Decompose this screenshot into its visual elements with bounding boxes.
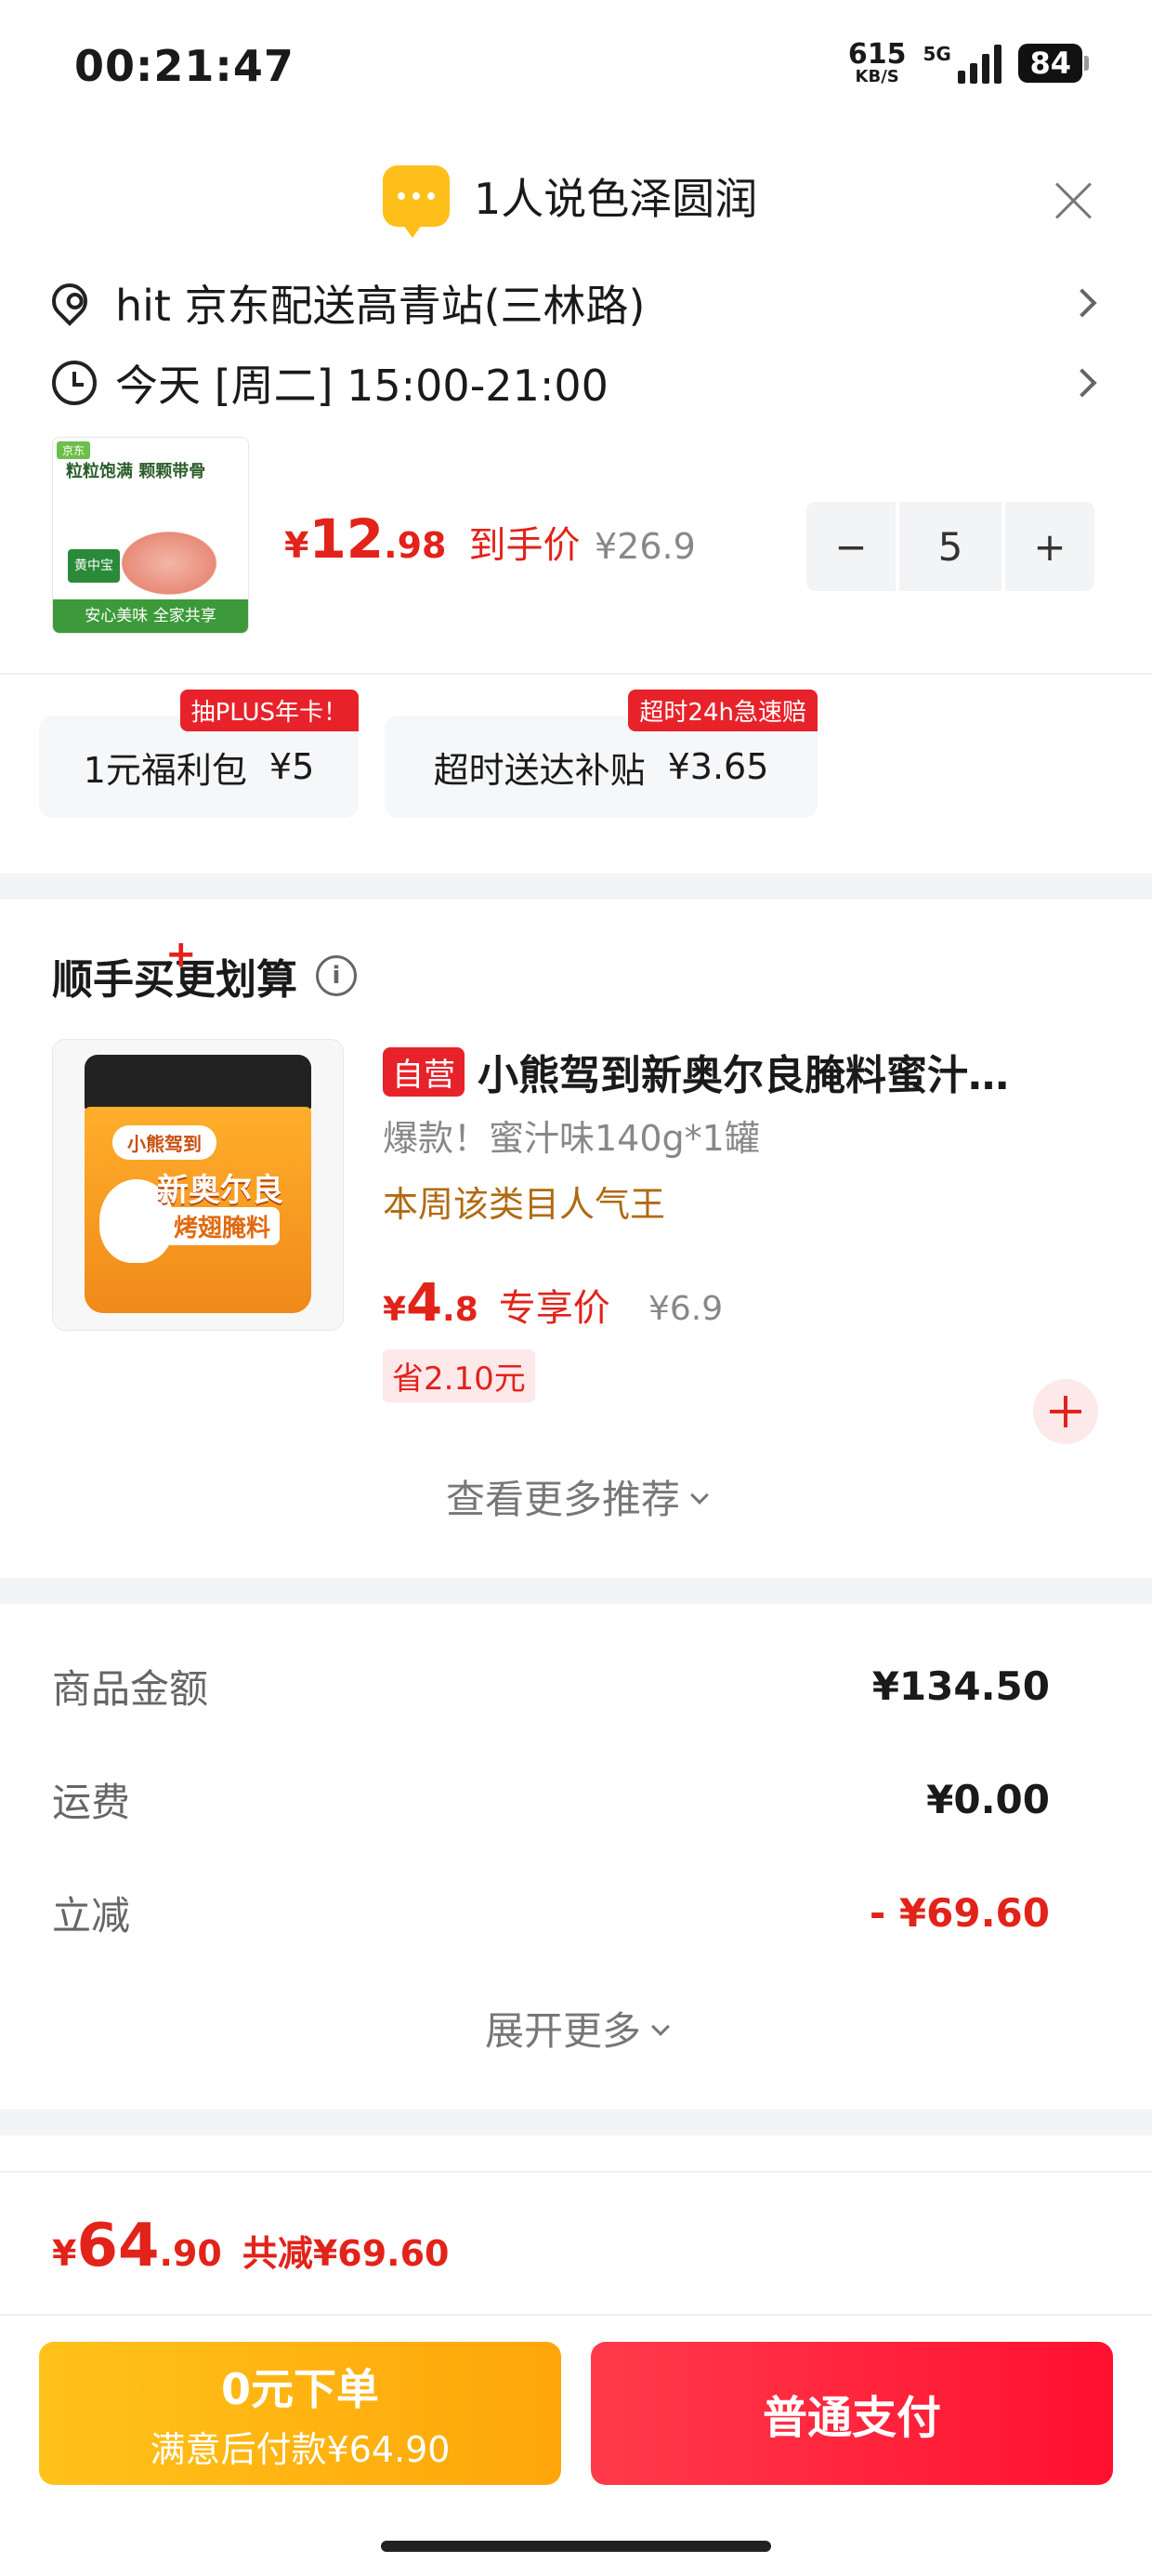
chevron-right-icon (1067, 368, 1097, 398)
price-currency: ¥ (284, 525, 309, 566)
add-to-cart-button[interactable] (1033, 1379, 1098, 1444)
product-row: 京东 粒粒饱满 颗颗带骨 黄中宝 安心美味 全家共享 ¥ 12 .98 到手价 … (0, 437, 1152, 641)
chevron-down-icon (651, 2017, 670, 2036)
chevron-right-icon (1067, 288, 1097, 318)
network-speed: 615 KB/S (848, 41, 907, 85)
jar-name: 新奥尔良 (157, 1172, 283, 1209)
summary-row-shipping: 运费 ¥0.00 (52, 1762, 1050, 1836)
network-speed-unit: KB/S (855, 67, 899, 86)
price-currency: ¥ (383, 1291, 407, 1329)
recommend-item-price: ¥ 4 .8 专享价 (383, 1273, 610, 1334)
jar-lid (85, 1055, 311, 1111)
view-more-recommendations[interactable]: 查看更多推荐 (0, 1468, 1152, 1525)
recommend-item-info: 自营 小熊驾到新奥尔良腌料蜜汁… 爆款！蜜汁味140g*1罐 本周该类目人气王 … (383, 1039, 1107, 1402)
status-time: 00:21:47 (74, 41, 295, 91)
review-banner: 1人说色泽圆润 (0, 165, 1152, 240)
chat-bubble-icon (383, 165, 450, 238)
product-thumbnail[interactable]: 京东 粒粒饱满 颗颗带骨 黄中宝 安心美味 全家共享 (52, 437, 249, 634)
plus-mark-icon: + (165, 933, 197, 976)
price-label: 到手价 (468, 524, 581, 567)
divider (0, 2171, 1152, 2173)
status-icons: 615 KB/S 5G 84 (848, 41, 1089, 85)
summary-label: 立减 (52, 1892, 131, 1939)
divider (0, 673, 1152, 675)
info-icon[interactable]: i (316, 955, 357, 996)
recommend-section-header: 顺手买更划算 + i (52, 933, 357, 1005)
price-integer: 4 (406, 1273, 443, 1334)
divider (0, 2314, 1152, 2316)
address-text: hit 京东配送高青站(三林路) (115, 281, 646, 331)
signal-icon: 5G (923, 43, 1002, 84)
coupon-welfare-pack[interactable]: 1元福利包 ¥5 抽PLUS年卡！ (39, 690, 359, 818)
order-total: ¥ 64 .90 共减¥69.60 (52, 2212, 449, 2280)
summary-label: 商品金额 (52, 1665, 209, 1712)
total-integer: 64 (76, 2212, 160, 2280)
price-decimal: .8 (442, 1291, 478, 1329)
home-indicator[interactable] (381, 2541, 771, 2552)
expand-more-label: 展开更多 (484, 2008, 641, 2054)
section-gap (0, 2109, 1152, 2136)
coupon-label: 1元福利包 (83, 749, 247, 791)
delivery-time-text: 今天 [周二] 15:00-21:00 (115, 361, 609, 411)
summary-label: 运费 (52, 1779, 131, 1825)
jar-brand: 小熊驾到 (112, 1125, 216, 1160)
battery-icon: 84 (1018, 44, 1089, 83)
price-integer: 12 (308, 507, 385, 571)
total-decimal: .90 (159, 2233, 222, 2274)
original-price: ¥26.9 (595, 526, 696, 567)
recommend-item-rank: 本周该类目人气王 (383, 1184, 666, 1225)
section-gap (0, 1578, 1152, 1604)
price-label: 专享价 (498, 1287, 610, 1330)
summary-row-discount: 立减 - ¥69.60 (52, 1875, 1050, 1950)
delivery-time-row[interactable]: 今天 [周二] 15:00-21:00 (0, 346, 1152, 420)
zero-yuan-order-button[interactable]: 0元下单 满意后付款¥64.90 (39, 2342, 561, 2485)
pay-after-satisfied-label: 满意后付款¥64.90 (150, 2428, 451, 2470)
recommend-item-subtitle: 爆款！蜜汁味140g*1罐 (383, 1118, 760, 1159)
clock-icon (52, 361, 97, 405)
thumb-food-image (109, 521, 229, 605)
coupon-tag: 超时24h急速赔 (628, 690, 818, 731)
expand-more[interactable]: 展开更多 (0, 2000, 1152, 2057)
recommend-item-savings: 省2.10元 (383, 1349, 535, 1402)
total-currency: ¥ (52, 2233, 77, 2274)
section-gap (0, 874, 1152, 900)
zero-yuan-order-label: 0元下单 (220, 2363, 379, 2414)
quantity-stepper: − 5 + (806, 502, 1094, 591)
price-decimal: .98 (384, 525, 447, 566)
coupon-delay-subsidy[interactable]: 超时送达补贴 ¥3.65 超时24h急速赔 (385, 690, 818, 818)
summary-row-goods-amount: 商品金额 ¥134.50 (52, 1649, 1050, 1723)
decrease-button[interactable]: − (806, 502, 896, 591)
summary-value: - ¥69.60 (869, 1889, 1050, 1936)
recommend-item-name: 小熊驾到新奥尔良腌料蜜汁… (478, 1052, 1009, 1099)
status-bar: 00:21:47 615 KB/S 5G 84 (0, 0, 1152, 139)
review-banner-text: 1人说色泽圆润 (474, 174, 758, 224)
summary-value: ¥0.00 (926, 1776, 1050, 1822)
chevron-down-icon (690, 1486, 709, 1505)
coupon-value: ¥3.65 (667, 746, 769, 787)
summary-value: ¥134.50 (871, 1663, 1050, 1709)
thumb-brand: 黄中宝 (68, 549, 120, 583)
address-row[interactable]: hit 京东配送高青站(三林路) (0, 266, 1152, 340)
coupon-value: ¥5 (268, 746, 315, 787)
final-price: ¥ 12 .98 到手价 (284, 507, 581, 571)
recommend-item-image[interactable]: 小熊驾到 新奥尔良 烤翅腌料 (52, 1039, 344, 1331)
thumb-footer: 安心美味 全家共享 (53, 599, 248, 633)
recommend-item[interactable]: 小熊驾到 新奥尔良 烤翅腌料 自营 小熊驾到新奥尔良腌料蜜汁… 爆款！蜜汁味14… (0, 1039, 1152, 1444)
jar-sub: 烤翅腌料 (164, 1207, 281, 1245)
close-icon[interactable] (1046, 173, 1102, 229)
network-speed-value: 615 (847, 38, 907, 71)
total-savings: 共减¥69.60 (242, 2233, 450, 2274)
recommend-item-original-price: ¥6.9 (648, 1290, 724, 1328)
view-more-label: 查看更多推荐 (445, 1477, 680, 1522)
battery-level: 84 (1018, 44, 1082, 83)
network-type-label: 5G (923, 43, 951, 65)
coupon-label: 超时送达补贴 (433, 749, 646, 791)
thumb-tag: 京东 (57, 441, 91, 459)
location-pin-icon (45, 276, 95, 326)
self-operated-badge: 自营 (383, 1046, 465, 1097)
coupon-tag: 抽PLUS年卡！ (179, 690, 359, 731)
normal-pay-button[interactable]: 普通支付 (591, 2342, 1113, 2485)
quantity-value[interactable]: 5 (899, 502, 1001, 591)
increase-button[interactable]: + (1005, 502, 1094, 591)
